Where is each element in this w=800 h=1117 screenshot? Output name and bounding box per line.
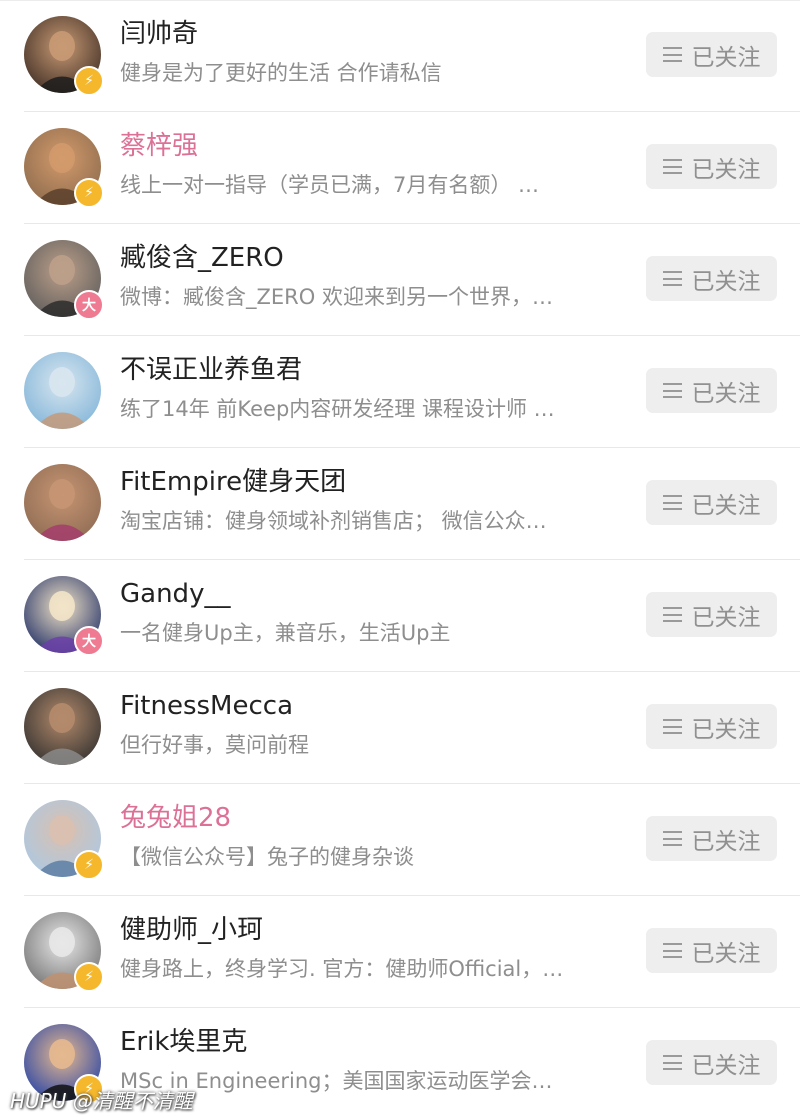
- list-item[interactable]: ⚡ 健助师_小珂健身路上，终身学习. 官方：健助师Official，… 已关注: [0, 896, 800, 1008]
- user-description: 【微信公众号】兔子的健身杂谈: [120, 845, 414, 869]
- lightning-badge-icon: ⚡: [74, 178, 104, 208]
- user-name[interactable]: FitEmpire健身天团: [120, 462, 346, 502]
- menu-lines-icon: [662, 1055, 682, 1070]
- menu-lines-icon: [662, 383, 682, 398]
- user-description: 微博：臧俊含_ZERO 欢迎来到另一个世界，…: [120, 285, 553, 309]
- followed-button[interactable]: 已关注: [646, 1040, 777, 1085]
- followed-button-label: 已关注: [691, 156, 761, 183]
- user-description: MSc in Engineering；美国国家运动医学会…: [120, 1069, 553, 1093]
- followed-button-label: 已关注: [691, 1052, 761, 1079]
- user-name[interactable]: FitnessMecca: [120, 686, 293, 726]
- user-description: 但行好事，莫问前程: [120, 733, 309, 757]
- followed-button[interactable]: 已关注: [646, 32, 777, 77]
- watermark: HUPU @清醒不清醒: [10, 1089, 193, 1113]
- followed-button-label: 已关注: [691, 268, 761, 295]
- list-item[interactable]: ⚡ 闫帅奇健身是为了更好的生活 合作请私信 已关注: [0, 0, 800, 112]
- user-description: 健身路上，终身学习. 官方：健助师Official，…: [120, 957, 564, 981]
- followed-button[interactable]: 已关注: [646, 816, 777, 861]
- user-name[interactable]: 闫帅奇: [120, 14, 198, 54]
- menu-lines-icon: [662, 159, 682, 174]
- menu-lines-icon: [662, 271, 682, 286]
- user-name[interactable]: 健助师_小珂: [120, 910, 263, 950]
- followed-button[interactable]: 已关注: [646, 592, 777, 637]
- avatar[interactable]: [24, 352, 101, 429]
- avatar[interactable]: [24, 464, 101, 541]
- followed-button-label: 已关注: [691, 828, 761, 855]
- followed-button[interactable]: 已关注: [646, 144, 777, 189]
- followed-button-label: 已关注: [691, 492, 761, 519]
- list-item[interactable]: 大臧俊含_ZERO 微博：臧俊含_ZERO 欢迎来到另一个世界，… 已关注: [0, 224, 800, 336]
- user-name[interactable]: 兔兔姐28: [120, 798, 231, 838]
- followed-button-label: 已关注: [691, 716, 761, 743]
- da-badge-icon: 大: [74, 626, 104, 656]
- list-item[interactable]: 不误正业养鱼君练了14年 前Keep内容研发经理 课程设计师 … 已关注: [0, 336, 800, 448]
- list-item[interactable]: FitEmpire健身天团淘宝店铺：健身领域补剂销售店； 微信公众… 已关注: [0, 448, 800, 560]
- list-item[interactable]: 大 Gandy__ 一名健身Up主，兼音乐，生活Up主 已关注: [0, 560, 800, 672]
- user-description: 淘宝店铺：健身领域补剂销售店； 微信公众…: [120, 509, 547, 533]
- user-name[interactable]: 臧俊含_ZERO: [120, 238, 284, 278]
- followed-button[interactable]: 已关注: [646, 928, 777, 973]
- followed-button-label: 已关注: [691, 44, 761, 71]
- list-item[interactable]: ⚡ 兔兔姐28 【微信公众号】兔子的健身杂谈 已关注: [0, 784, 800, 896]
- menu-lines-icon: [662, 495, 682, 510]
- follow-list: ⚡ 闫帅奇 健身是为了更好的生活 合作请私信 已关注 ⚡ 蔡梓强 线上一对一指导（学员已满，…: [0, 0, 800, 1117]
- menu-lines-icon: [662, 719, 682, 734]
- menu-lines-icon: [662, 47, 682, 62]
- user-name[interactable]: Gandy__: [120, 574, 230, 614]
- lightning-badge-icon: ⚡: [74, 66, 104, 96]
- followed-button[interactable]: 已关注: [646, 704, 777, 749]
- user-name[interactable]: 不误正业养鱼君: [120, 350, 302, 390]
- avatar[interactable]: [24, 688, 101, 765]
- user-description: 线上一对一指导（学员已满，7月有名额） …: [120, 173, 540, 197]
- menu-lines-icon: [662, 943, 682, 958]
- lightning-badge-icon: ⚡: [74, 850, 104, 880]
- user-name[interactable]: Erik埃里克: [120, 1022, 247, 1062]
- followed-button[interactable]: 已关注: [646, 480, 777, 525]
- followed-button[interactable]: 已关注: [646, 256, 777, 301]
- followed-button-label: 已关注: [691, 380, 761, 407]
- lightning-badge-icon: ⚡: [74, 962, 104, 992]
- followed-button-label: 已关注: [691, 940, 761, 967]
- followed-button[interactable]: 已关注: [646, 368, 777, 413]
- da-badge-icon: 大: [74, 290, 104, 320]
- user-description: 一名健身Up主，兼音乐，生活Up主: [120, 621, 451, 645]
- user-description: 健身是为了更好的生活 合作请私信: [120, 61, 442, 85]
- menu-lines-icon: [662, 831, 682, 846]
- user-description: 练了14年 前Keep内容研发经理 课程设计师 …: [120, 397, 555, 421]
- followed-button-label: 已关注: [691, 604, 761, 631]
- list-item[interactable]: FitnessMecca 但行好事，莫问前程 已关注: [0, 672, 800, 784]
- user-name[interactable]: 蔡梓强: [120, 126, 198, 166]
- menu-lines-icon: [662, 607, 682, 622]
- list-item[interactable]: ⚡ 蔡梓强线上一对一指导（学员已满，7月有名额） … 已关注: [0, 112, 800, 224]
